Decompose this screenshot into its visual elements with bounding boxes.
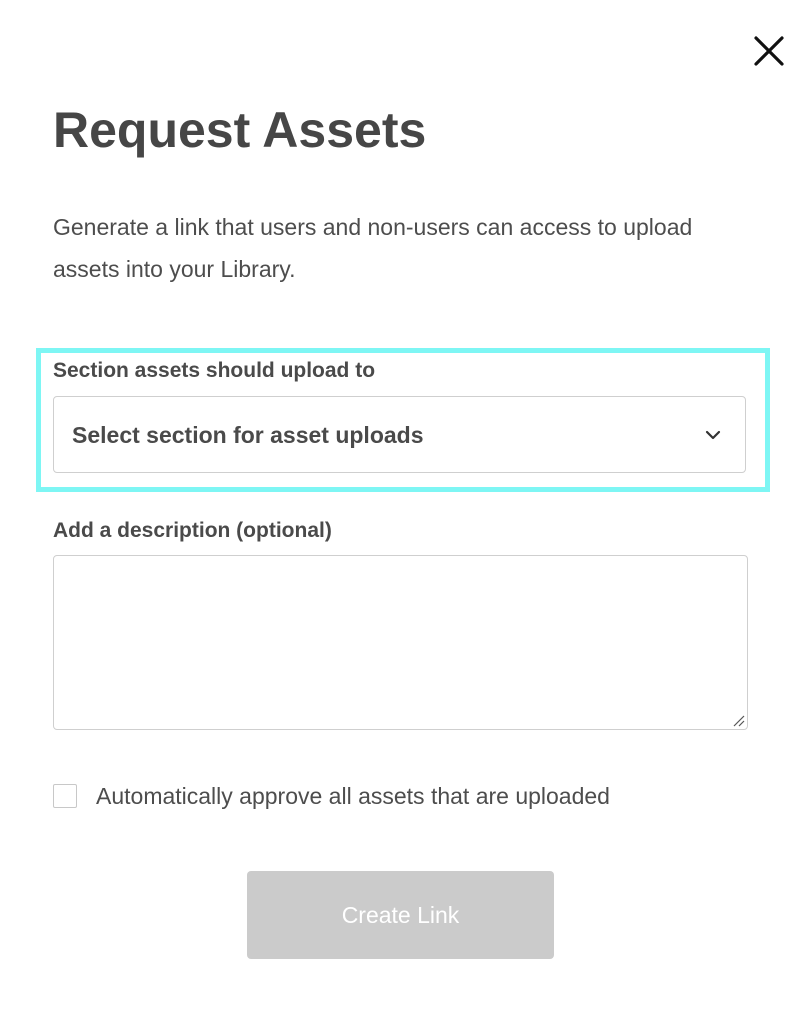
close-icon[interactable] — [752, 34, 786, 68]
create-link-button[interactable]: Create Link — [247, 871, 554, 959]
modal-title: Request Assets — [53, 102, 427, 158]
modal-description: Generate a link that users and non-users… — [53, 214, 693, 282]
chevron-down-icon — [703, 425, 723, 445]
description-field-label: Add a description (optional) — [53, 519, 332, 542]
section-select-value: Select section for asset uploads — [72, 422, 424, 448]
section-select[interactable]: Select section for asset uploads — [53, 396, 746, 473]
description-textarea[interactable] — [53, 555, 748, 730]
auto-approve-checkbox[interactable] — [53, 784, 77, 808]
auto-approve-label[interactable]: Automatically approve all assets that ar… — [96, 781, 610, 811]
section-field-label: Section assets should upload to — [53, 359, 376, 382]
resize-grip-icon[interactable] — [731, 713, 745, 727]
